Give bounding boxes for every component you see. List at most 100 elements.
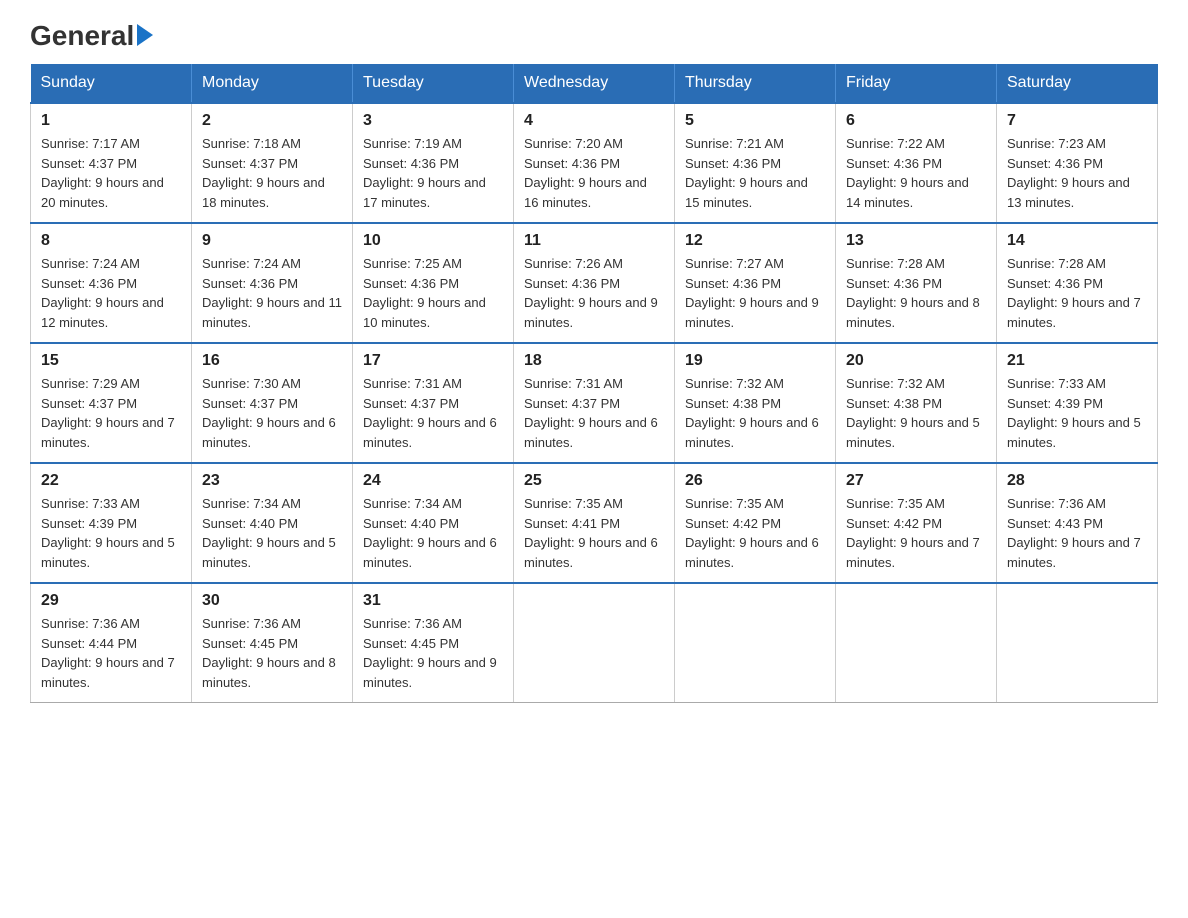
day-number: 21	[1007, 352, 1147, 370]
col-wednesday: Wednesday	[514, 64, 675, 103]
col-thursday: Thursday	[675, 64, 836, 103]
day-number: 26	[685, 472, 825, 490]
day-info: Sunrise: 7:21 AMSunset: 4:36 PMDaylight:…	[685, 134, 825, 212]
calendar-header-row: Sunday Monday Tuesday Wednesday Thursday…	[31, 64, 1158, 103]
calendar-week-row: 15 Sunrise: 7:29 AMSunset: 4:37 PMDayligh…	[31, 343, 1158, 463]
table-row: 17 Sunrise: 7:31 AMSunset: 4:37 PMDayligh…	[353, 343, 514, 463]
day-number: 8	[41, 232, 181, 250]
day-number: 22	[41, 472, 181, 490]
day-info: Sunrise: 7:35 AMSunset: 4:41 PMDaylight:…	[524, 494, 664, 572]
table-row: 16 Sunrise: 7:30 AMSunset: 4:37 PMDayligh…	[192, 343, 353, 463]
day-info: Sunrise: 7:30 AMSunset: 4:37 PMDaylight:…	[202, 374, 342, 452]
table-row: 13Sunrise: 7:28 AMSunset: 4:36 PMDayligh…	[836, 223, 997, 343]
logo: General	[30, 20, 153, 44]
day-number: 5	[685, 112, 825, 130]
calendar-week-row: 22 Sunrise: 7:33 AMSunset: 4:39 PMDayligh…	[31, 463, 1158, 583]
logo-arrow-icon	[137, 24, 153, 46]
day-number: 24	[363, 472, 503, 490]
table-row: 28Sunrise: 7:36 AMSunset: 4:43 PMDayligh…	[997, 463, 1158, 583]
day-number: 7	[1007, 112, 1147, 130]
table-row: 19Sunrise: 7:32 AMSunset: 4:38 PMDayligh…	[675, 343, 836, 463]
day-number: 18	[524, 352, 664, 370]
table-row: 12 Sunrise: 7:27 AMSunset: 4:36 PMDayligh…	[675, 223, 836, 343]
day-info: Sunrise: 7:34 AMSunset: 4:40 PMDaylight:…	[363, 494, 503, 572]
table-row: 24 Sunrise: 7:34 AMSunset: 4:40 PMDayligh…	[353, 463, 514, 583]
table-row: 14 Sunrise: 7:28 AMSunset: 4:36 PMDayligh…	[997, 223, 1158, 343]
day-info: Sunrise: 7:18 AMSunset: 4:37 PMDaylight:…	[202, 134, 342, 212]
day-info: Sunrise: 7:28 AMSunset: 4:36 PMDaylight:…	[1007, 254, 1147, 332]
day-info: Sunrise: 7:35 AMSunset: 4:42 PMDaylight:…	[685, 494, 825, 572]
table-row: 3Sunrise: 7:19 AMSunset: 4:36 PMDaylight…	[353, 103, 514, 223]
table-row: 7 Sunrise: 7:23 AMSunset: 4:36 PMDaylight…	[997, 103, 1158, 223]
table-row: 6 Sunrise: 7:22 AMSunset: 4:36 PMDaylight…	[836, 103, 997, 223]
col-sunday: Sunday	[31, 64, 192, 103]
day-number: 16	[202, 352, 342, 370]
day-number: 3	[363, 112, 503, 130]
day-number: 17	[363, 352, 503, 370]
table-row: 29Sunrise: 7:36 AMSunset: 4:44 PMDayligh…	[31, 583, 192, 703]
table-row: 26 Sunrise: 7:35 AMSunset: 4:42 PMDayligh…	[675, 463, 836, 583]
table-row: 1Sunrise: 7:17 AMSunset: 4:37 PMDaylight…	[31, 103, 192, 223]
table-row: 2 Sunrise: 7:18 AMSunset: 4:37 PMDaylight…	[192, 103, 353, 223]
table-row: 21 Sunrise: 7:33 AMSunset: 4:39 PMDayligh…	[997, 343, 1158, 463]
table-row: 23Sunrise: 7:34 AMSunset: 4:40 PMDayligh…	[192, 463, 353, 583]
day-info: Sunrise: 7:31 AMSunset: 4:37 PMDaylight:…	[363, 374, 503, 452]
day-info: Sunrise: 7:27 AMSunset: 4:36 PMDaylight:…	[685, 254, 825, 332]
day-number: 11	[524, 232, 664, 250]
table-row: 11 Sunrise: 7:26 AMSunset: 4:36 PMDayligh…	[514, 223, 675, 343]
table-row	[997, 583, 1158, 703]
col-tuesday: Tuesday	[353, 64, 514, 103]
day-info: Sunrise: 7:35 AMSunset: 4:42 PMDaylight:…	[846, 494, 986, 572]
table-row: 20 Sunrise: 7:32 AMSunset: 4:38 PMDayligh…	[836, 343, 997, 463]
col-monday: Monday	[192, 64, 353, 103]
table-row: 15 Sunrise: 7:29 AMSunset: 4:37 PMDayligh…	[31, 343, 192, 463]
table-row: 9Sunrise: 7:24 AMSunset: 4:36 PMDaylight…	[192, 223, 353, 343]
logo-general: General	[30, 20, 134, 52]
day-number: 25	[524, 472, 664, 490]
calendar-table: Sunday Monday Tuesday Wednesday Thursday…	[30, 64, 1158, 703]
day-number: 14	[1007, 232, 1147, 250]
day-info: Sunrise: 7:34 AMSunset: 4:40 PMDaylight:…	[202, 494, 342, 572]
day-info: Sunrise: 7:20 AMSunset: 4:36 PMDaylight:…	[524, 134, 664, 212]
table-row: 4 Sunrise: 7:20 AMSunset: 4:36 PMDaylight…	[514, 103, 675, 223]
table-row: 8 Sunrise: 7:24 AMSunset: 4:36 PMDaylight…	[31, 223, 192, 343]
day-info: Sunrise: 7:23 AMSunset: 4:36 PMDaylight:…	[1007, 134, 1147, 212]
table-row: 31Sunrise: 7:36 AMSunset: 4:45 PMDayligh…	[353, 583, 514, 703]
day-info: Sunrise: 7:33 AMSunset: 4:39 PMDaylight:…	[1007, 374, 1147, 452]
day-info: Sunrise: 7:32 AMSunset: 4:38 PMDaylight:…	[685, 374, 825, 452]
calendar-week-row: 29Sunrise: 7:36 AMSunset: 4:44 PMDayligh…	[31, 583, 1158, 703]
table-row: 22 Sunrise: 7:33 AMSunset: 4:39 PMDayligh…	[31, 463, 192, 583]
day-number: 30	[202, 592, 342, 610]
day-number: 28	[1007, 472, 1147, 490]
day-info: Sunrise: 7:32 AMSunset: 4:38 PMDaylight:…	[846, 374, 986, 452]
col-friday: Friday	[836, 64, 997, 103]
col-saturday: Saturday	[997, 64, 1158, 103]
day-info: Sunrise: 7:36 AMSunset: 4:45 PMDaylight:…	[363, 614, 503, 692]
day-number: 27	[846, 472, 986, 490]
day-info: Sunrise: 7:36 AMSunset: 4:44 PMDaylight:…	[41, 614, 181, 692]
table-row: 5 Sunrise: 7:21 AMSunset: 4:36 PMDaylight…	[675, 103, 836, 223]
day-info: Sunrise: 7:24 AMSunset: 4:36 PMDaylight:…	[41, 254, 181, 332]
day-number: 20	[846, 352, 986, 370]
day-info: Sunrise: 7:29 AMSunset: 4:37 PMDaylight:…	[41, 374, 181, 452]
calendar-week-row: 8 Sunrise: 7:24 AMSunset: 4:36 PMDaylight…	[31, 223, 1158, 343]
day-number: 4	[524, 112, 664, 130]
day-number: 15	[41, 352, 181, 370]
day-number: 10	[363, 232, 503, 250]
day-info: Sunrise: 7:25 AMSunset: 4:36 PMDaylight:…	[363, 254, 503, 332]
table-row	[514, 583, 675, 703]
table-row: 27 Sunrise: 7:35 AMSunset: 4:42 PMDayligh…	[836, 463, 997, 583]
day-number: 6	[846, 112, 986, 130]
logo-text: General	[30, 20, 153, 52]
table-row: 25 Sunrise: 7:35 AMSunset: 4:41 PMDayligh…	[514, 463, 675, 583]
day-info: Sunrise: 7:26 AMSunset: 4:36 PMDaylight:…	[524, 254, 664, 332]
day-number: 2	[202, 112, 342, 130]
table-row: 30Sunrise: 7:36 AMSunset: 4:45 PMDayligh…	[192, 583, 353, 703]
day-number: 12	[685, 232, 825, 250]
table-row: 18 Sunrise: 7:31 AMSunset: 4:37 PMDayligh…	[514, 343, 675, 463]
day-info: Sunrise: 7:33 AMSunset: 4:39 PMDaylight:…	[41, 494, 181, 572]
page-header: General	[30, 20, 1158, 44]
day-info: Sunrise: 7:22 AMSunset: 4:36 PMDaylight:…	[846, 134, 986, 212]
table-row: 10 Sunrise: 7:25 AMSunset: 4:36 PMDayligh…	[353, 223, 514, 343]
day-info: Sunrise: 7:31 AMSunset: 4:37 PMDaylight:…	[524, 374, 664, 452]
